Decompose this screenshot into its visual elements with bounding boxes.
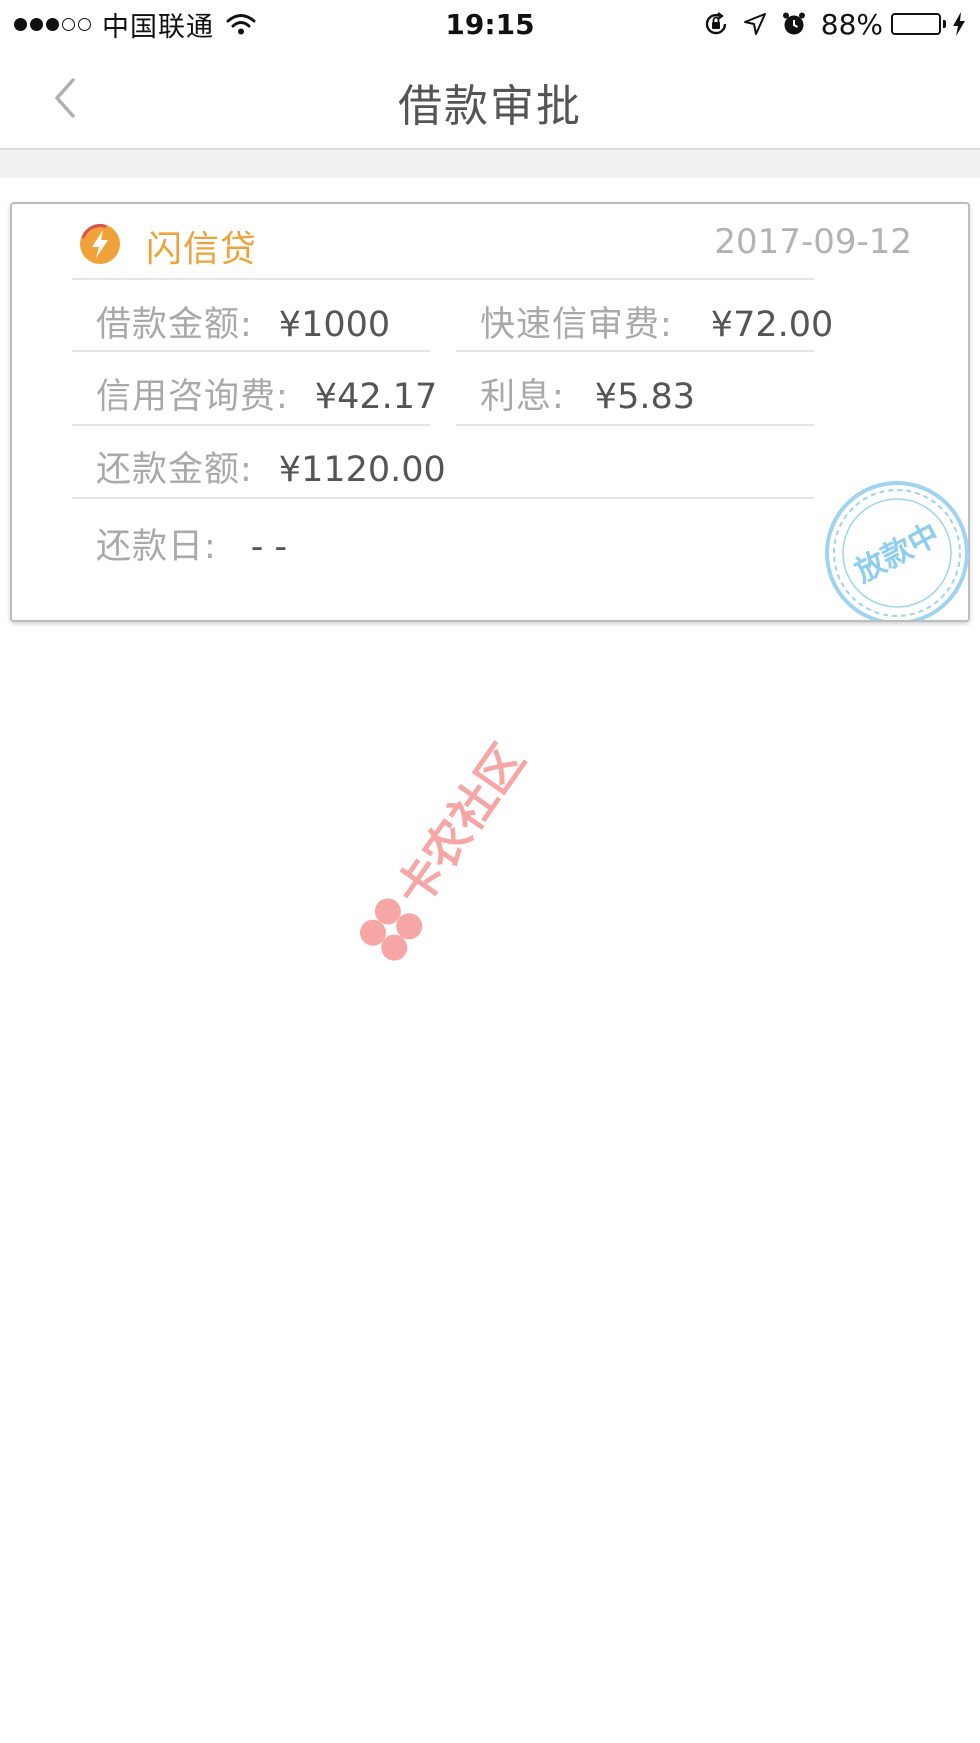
divider xyxy=(456,424,814,426)
credit-consult-fee-label: 信用咨询费: xyxy=(96,377,289,417)
loan-amount-field: 借款金额: ¥1000 xyxy=(96,296,390,347)
carrier-name: 中国联通 xyxy=(102,11,214,43)
credit-consult-fee-field: 信用咨询费: ¥42.17 xyxy=(96,368,437,419)
fast-credit-fee-value: ¥72.00 xyxy=(710,305,834,345)
nav-bar: 借款审批 xyxy=(0,48,980,150)
divider xyxy=(456,350,814,352)
repay-date-label: 还款日: xyxy=(96,527,217,567)
repay-date-value: - - xyxy=(250,527,288,567)
repay-date-field: 还款日: - - xyxy=(96,518,287,569)
loan-amount-value: ¥1000 xyxy=(278,305,391,345)
divider xyxy=(72,424,430,426)
loan-amount-label: 借款金额: xyxy=(96,305,253,345)
repay-amount-label: 还款金额: xyxy=(96,450,253,490)
credit-consult-fee-value: ¥42.17 xyxy=(314,377,438,417)
loan-card[interactable]: 闪信贷 2017-09-12 借款金额: ¥1000 快速信审费: ¥72.00… xyxy=(10,202,970,622)
divider xyxy=(72,350,430,352)
fast-credit-fee-label: 快速信审费: xyxy=(480,305,673,345)
charging-bolt-icon xyxy=(952,12,966,36)
product-name: 闪信贷 xyxy=(146,229,258,270)
battery-percent: 88% xyxy=(820,7,883,41)
interest-field: 利息: ¥5.83 xyxy=(480,368,695,419)
section-divider xyxy=(0,150,980,178)
battery-icon xyxy=(891,13,946,35)
interest-value: ¥5.83 xyxy=(594,377,695,417)
apply-date: 2017-09-12 xyxy=(714,222,912,262)
location-arrow-icon xyxy=(743,12,767,36)
divider xyxy=(72,278,814,280)
watermark-text: 卡农社区 xyxy=(385,735,535,917)
repay-amount-field: 还款金额: ¥1120.00 xyxy=(96,441,446,492)
status-left: 中国联通 xyxy=(0,5,256,44)
interest-label: 利息: xyxy=(480,377,565,417)
fast-credit-fee-field: 快速信审费: ¥72.00 xyxy=(480,296,833,347)
status-bar: 中国联通 19:15 88% xyxy=(0,0,980,48)
card-header: 闪信贷 2017-09-12 xyxy=(12,204,968,288)
repay-amount-value: ¥1120.00 xyxy=(278,450,446,490)
rotation-lock-icon xyxy=(703,11,729,37)
alarm-icon xyxy=(781,11,807,37)
status-right: 88% xyxy=(689,8,980,41)
wifi-icon xyxy=(226,13,256,35)
signal-strength-icon xyxy=(14,17,94,31)
page-title: 借款审批 xyxy=(398,81,582,132)
lightning-bolt-icon xyxy=(80,224,120,264)
watermark: 卡农社区 xyxy=(360,735,535,961)
divider xyxy=(72,497,814,499)
